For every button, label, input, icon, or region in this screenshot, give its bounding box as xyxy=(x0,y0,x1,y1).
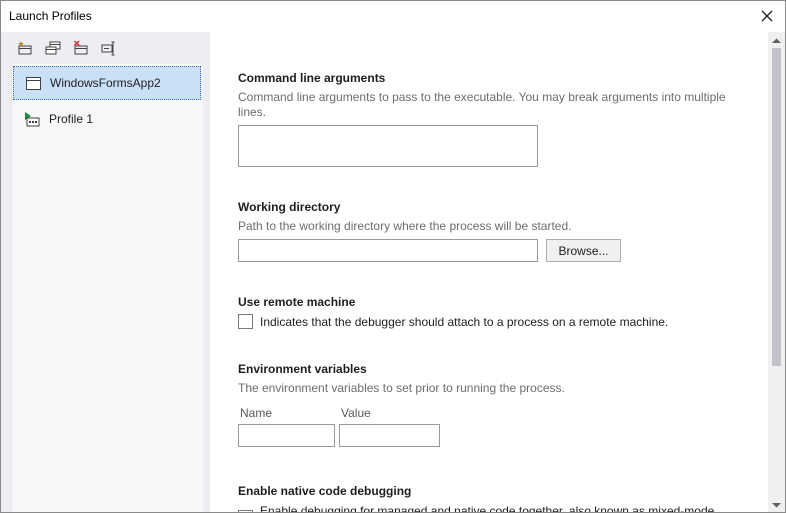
vertical-scrollbar[interactable] xyxy=(768,32,785,512)
executable-profile-icon xyxy=(24,111,40,127)
profile-item-windowsformsapp2[interactable]: WindowsFormsApp2 xyxy=(13,66,201,100)
env-name-input[interactable] xyxy=(238,424,335,447)
duplicate-profile-button[interactable] xyxy=(43,38,63,58)
native-debugging-label: Enable debugging for managed and native … xyxy=(260,504,715,513)
command-line-description-line-1: Command line arguments to pass to the ex… xyxy=(238,90,726,104)
remote-machine-title: Use remote machine xyxy=(238,295,356,309)
close-icon xyxy=(761,10,773,22)
remote-machine-label: Indicates that the debugger should attac… xyxy=(260,315,669,329)
scroll-up-button[interactable] xyxy=(768,32,785,49)
environment-variables-title: Environment variables xyxy=(238,362,367,376)
native-debugging-title: Enable native code debugging xyxy=(238,484,412,498)
launch-profiles-dialog: Launch Profiles WindowsFormsApp2 Profile… xyxy=(0,0,786,513)
duplicate-profile-icon xyxy=(45,41,61,55)
working-directory-title: Working directory xyxy=(238,200,341,214)
profile-label: Profile 1 xyxy=(49,112,94,126)
new-profile-button[interactable] xyxy=(15,38,35,58)
profile-settings: Command line arguments Command line argu… xyxy=(210,32,768,513)
environment-variables-description: The environment variables to set prior t… xyxy=(238,381,565,395)
env-value-input[interactable] xyxy=(339,424,440,447)
new-profile-icon xyxy=(18,41,32,55)
profiles-panel: WindowsFormsApp2 Profile 1 xyxy=(1,32,210,512)
env-value-column-label: Value xyxy=(341,406,371,420)
delete-profile-icon xyxy=(73,40,88,55)
remote-machine-checkbox[interactable] xyxy=(238,314,253,329)
command-line-input[interactable] xyxy=(238,125,538,167)
profile-list: WindowsFormsApp2 Profile 1 xyxy=(11,64,203,512)
close-button[interactable] xyxy=(755,5,779,27)
chevron-up-icon xyxy=(772,38,781,43)
working-directory-input[interactable] xyxy=(238,239,538,262)
profile-item-profile-1[interactable]: Profile 1 xyxy=(13,102,201,136)
env-name-column-label: Name xyxy=(240,406,273,420)
rename-profile-icon xyxy=(101,41,115,56)
profile-label: WindowsFormsApp2 xyxy=(50,76,161,90)
delete-profile-button[interactable] xyxy=(71,38,91,58)
profiles-toolbar xyxy=(1,32,210,64)
rename-profile-button[interactable] xyxy=(99,38,119,58)
scroll-thumb[interactable] xyxy=(772,48,781,366)
window-title: Launch Profiles xyxy=(9,9,92,23)
command-line-title: Command line arguments xyxy=(238,71,386,85)
command-line-description-line-2: lines. xyxy=(238,105,267,119)
browse-button[interactable]: Browse... xyxy=(546,239,621,262)
title-bar: Launch Profiles xyxy=(1,1,785,32)
scroll-down-button[interactable] xyxy=(768,496,785,512)
chevron-down-icon xyxy=(772,502,781,507)
working-directory-description: Path to the working directory where the … xyxy=(238,219,572,233)
window-icon xyxy=(25,75,41,91)
